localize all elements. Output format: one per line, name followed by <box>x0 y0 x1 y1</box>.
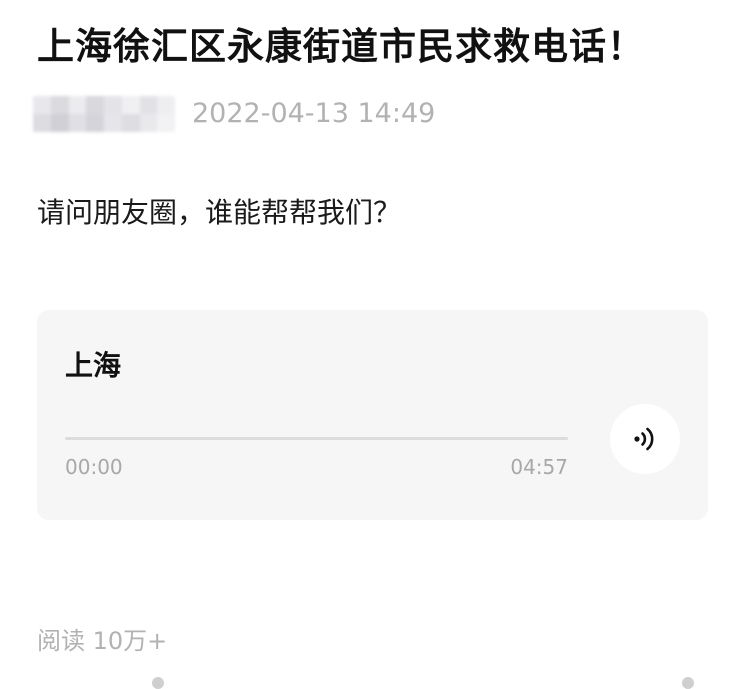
author-name-blurred[interactable] <box>33 96 175 132</box>
publish-timestamp: 2022-04-13 14:49 <box>192 98 436 129</box>
article-body-text: 请问朋友圈，谁能帮帮我们？ <box>37 196 402 229</box>
read-count: 阅读 10万+ <box>37 627 168 655</box>
article-title: 上海徐汇区永康街道市民求救电话！ <box>37 25 645 68</box>
audio-wave-icon <box>630 424 660 454</box>
audio-play-button[interactable] <box>610 404 680 474</box>
audio-total-time: 04:57 <box>510 455 568 479</box>
audio-player-card[interactable]: 上海 00:00 04:57 <box>37 310 708 520</box>
partial-icon-right <box>682 677 694 689</box>
audio-progress-bar[interactable] <box>65 437 568 440</box>
audio-title: 上海 <box>65 349 122 382</box>
audio-current-time: 00:00 <box>65 455 123 479</box>
partial-icon-left <box>152 677 164 689</box>
